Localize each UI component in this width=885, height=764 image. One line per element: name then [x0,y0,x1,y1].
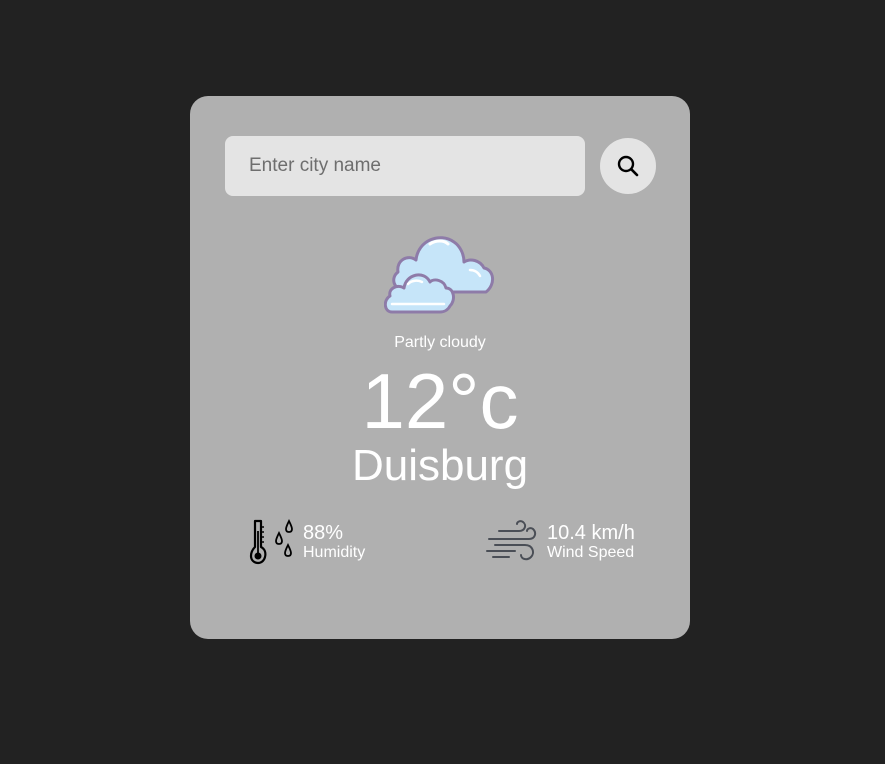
temperature: 12°c [361,357,519,445]
humidity-icon [249,518,293,565]
wind-speed-value: 10.4 km/h [547,522,635,544]
weather-card: Partly cloudy 12°c Duisburg 88% Humidity [190,96,690,639]
humidity-value: 88% [303,522,344,544]
humidity-label: Humidity [303,544,366,561]
partly-cloudy-icon [384,236,494,314]
wind-speed-label: Wind Speed [547,544,635,561]
weather-condition: Partly cloudy [394,334,486,351]
city-name: Duisburg [351,441,529,490]
search-button[interactable] [600,138,656,194]
city-search-input[interactable] [225,136,585,196]
search-icon [617,155,639,177]
humidity-detail: 88% Humidity [245,516,365,568]
wind-icon [486,520,537,561]
wind-detail: 10.4 km/h Wind Speed [485,516,635,568]
search-bar [225,136,656,196]
